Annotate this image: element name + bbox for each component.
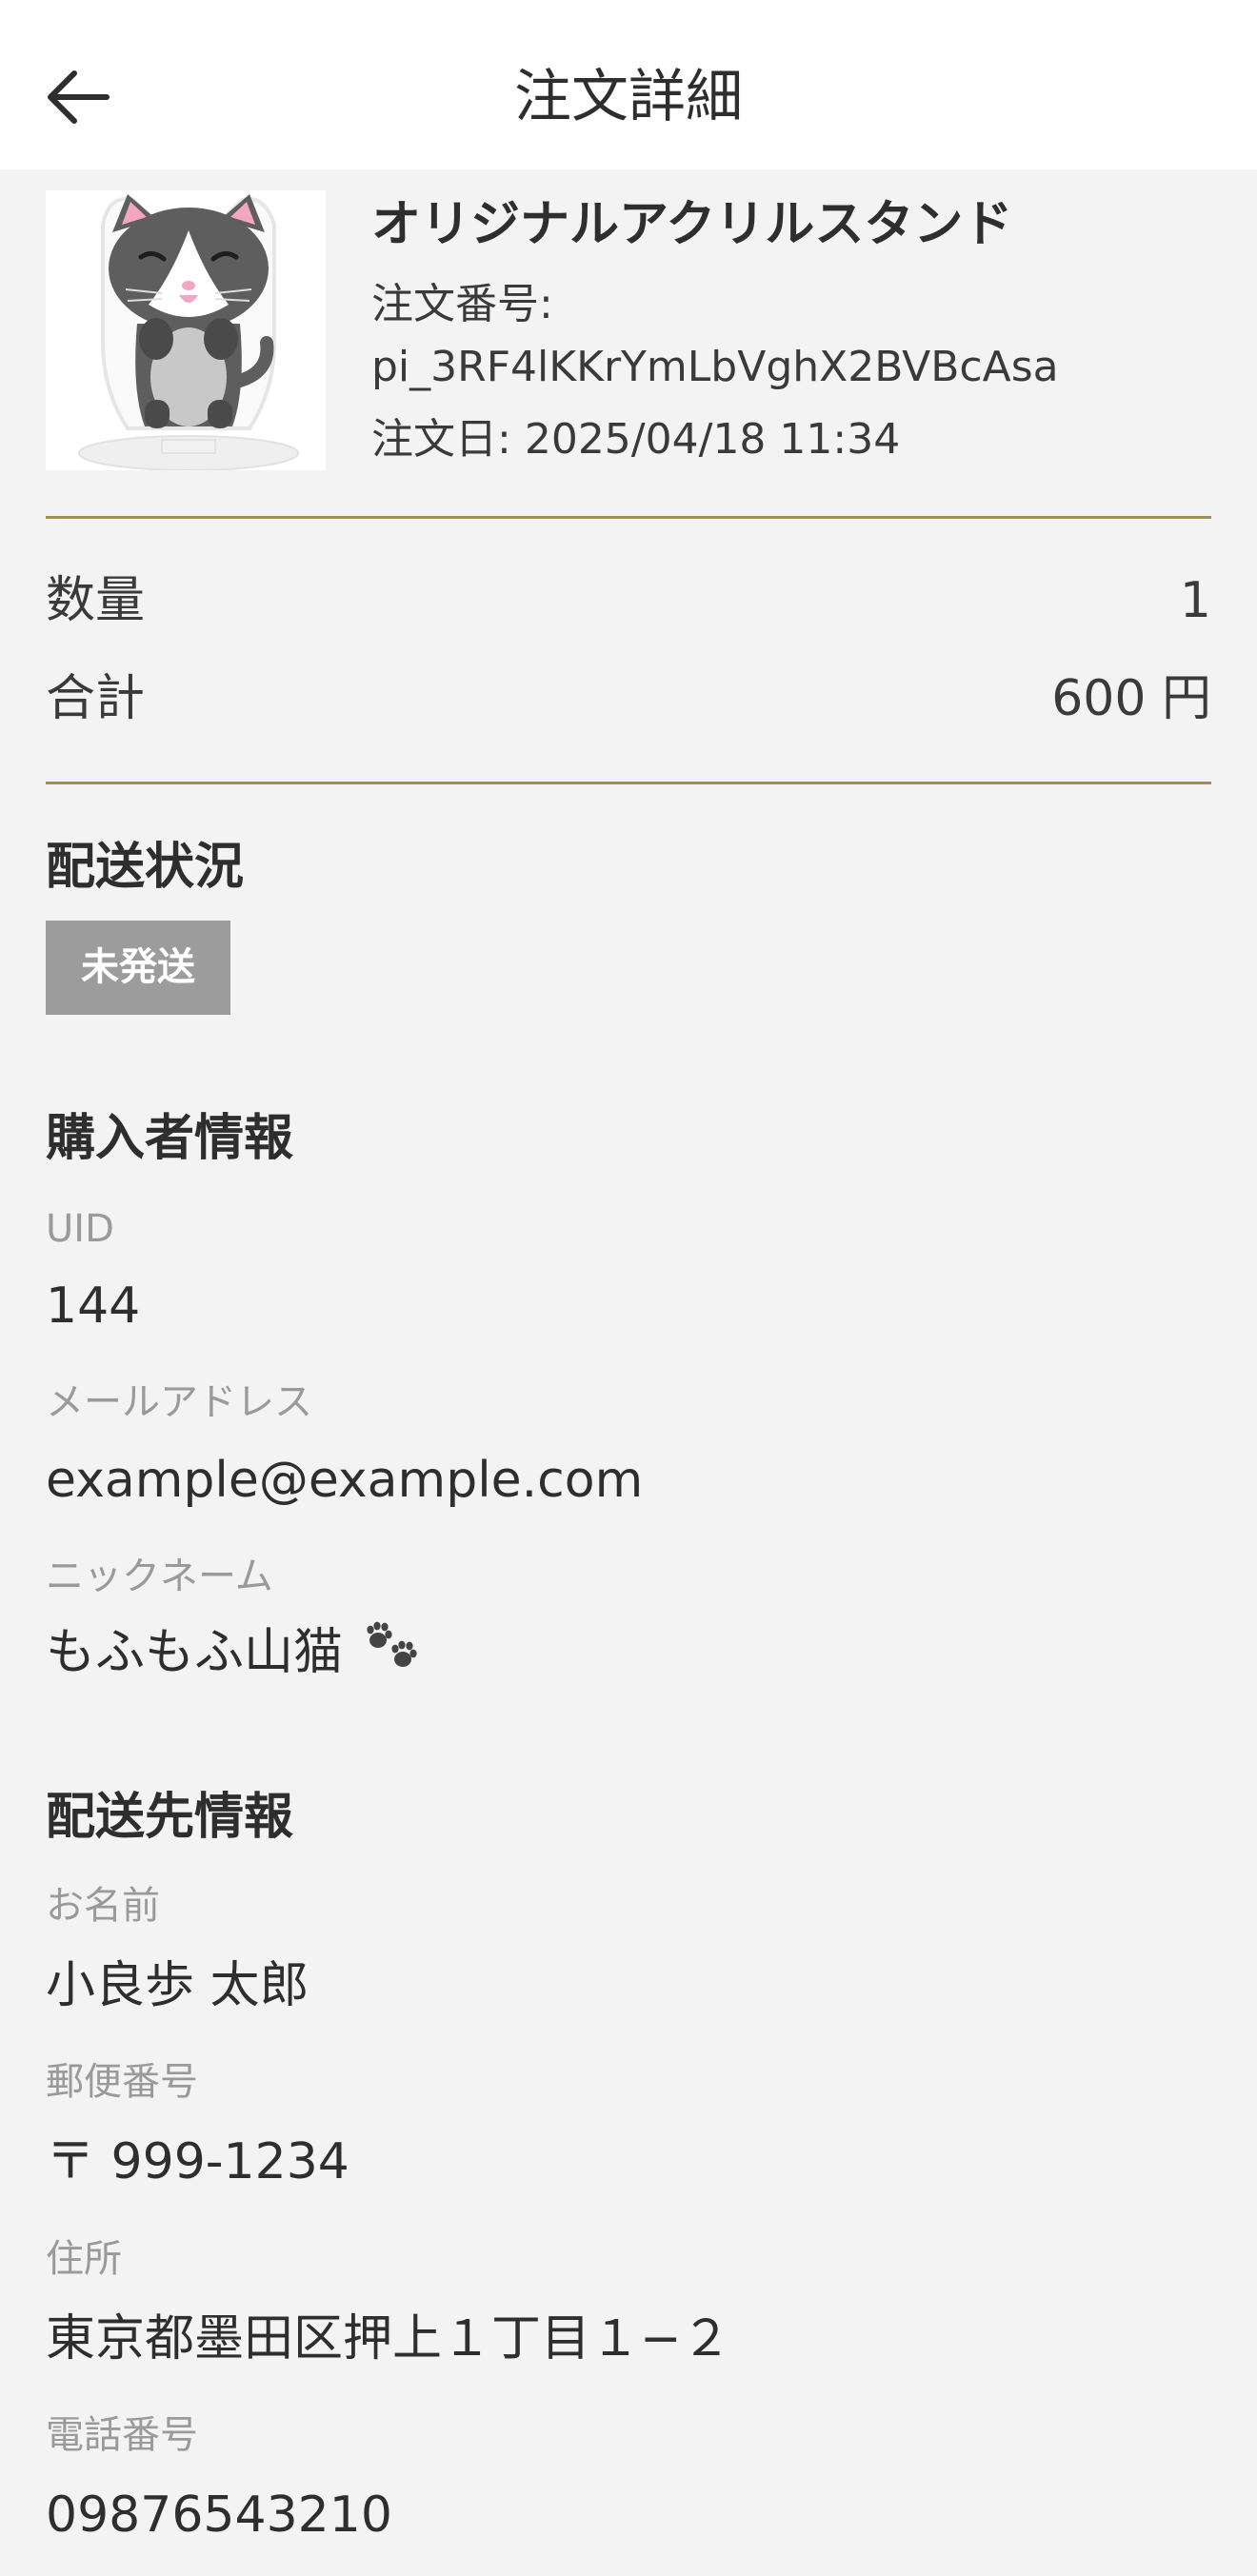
quantity-value: 1 [1179,572,1211,629]
postal-label: 郵便番号 [46,2060,198,2104]
product-thumbnail [46,190,326,470]
shipping-status-title: 配送状況 [46,839,245,896]
name-label: お名前 [46,1884,160,1928]
address-label: 住所 [46,2237,122,2281]
nickname-label: ニックネーム [46,1555,273,1598]
email-label: メールアドレス [46,1380,312,1424]
paw-prints-icon [366,1621,417,1667]
order-number: pi_3RF4lKKrYmLbVghX2BVBcAsa [371,343,1059,391]
uid-value: 144 [46,1278,141,1335]
divider [46,516,1211,519]
cat-acrylic-stand-image [46,190,326,470]
postal-value: 〒 999-1234 [46,2133,349,2190]
buyer-info-title: 購入者情報 [46,1110,294,1167]
address-value: 東京都墨田区押上１丁目１−２ [46,2310,731,2368]
total-value: 600 円 [1051,670,1211,727]
product-name: オリジナルアクリルスタンド [371,196,1013,253]
app-header: 注文詳細 [0,0,1257,169]
phone-label: 電話番号 [46,2413,198,2457]
divider [46,782,1211,784]
name-value: 小良歩 太郎 [46,1957,309,2014]
email-value: example@example.com [46,1452,644,1509]
phone-value: 09876543210 [46,2487,392,2544]
uid-label: UID [46,1207,114,1251]
order-number-label: 注文番号: [371,280,553,328]
quantity-label: 数量 [46,572,146,629]
nickname-text: もふもふ山猫 [46,1624,344,1681]
order-date-label: 注文日: [371,415,511,464]
order-date: 注文日: 2025/04/18 11:34 [371,413,900,466]
delivery-info-title: 配送先情報 [46,1789,294,1846]
page-title: 注文詳細 [514,64,743,130]
nickname-value: もふもふ山猫 [46,1620,420,1685]
status-badge: 未発送 [46,921,230,1015]
total-label: 合計 [46,670,146,727]
order-date-value: 2025/04/18 11:34 [524,415,901,464]
